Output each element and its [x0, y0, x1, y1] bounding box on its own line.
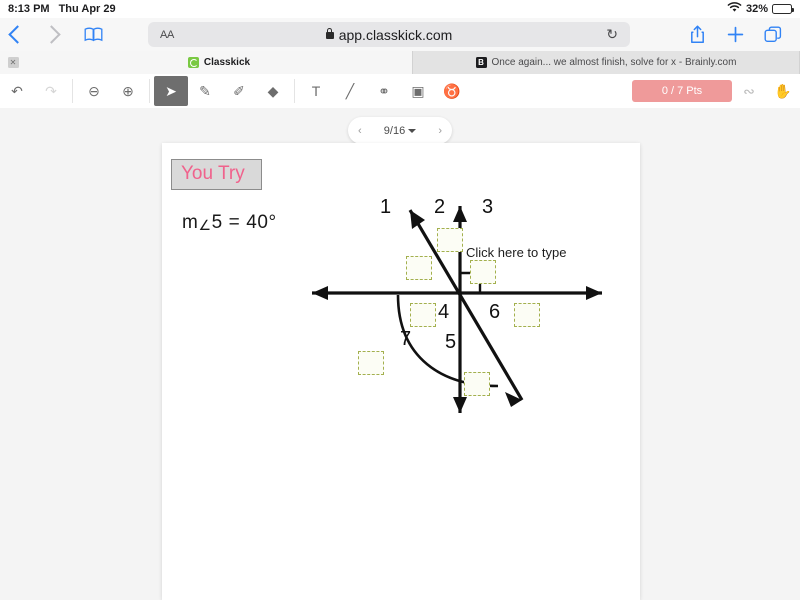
battery-percent: 32%: [745, 3, 768, 15]
page-navigator: ‹ 9/16 ›: [348, 117, 452, 144]
tab-bar: ✕ Classkick B Once again... we almost fi…: [0, 51, 800, 74]
toolbar-divider: [294, 79, 295, 103]
tab-classkick[interactable]: Classkick: [26, 51, 413, 74]
answer-box[interactable]: [410, 303, 436, 327]
wifi-icon: [727, 2, 742, 16]
select-cursor-button[interactable]: ➤: [154, 76, 188, 106]
link-tool-button[interactable]: ⚭: [367, 76, 401, 106]
given-equation: m∠5 = 40°: [182, 212, 277, 233]
angle-label-3: 3: [482, 196, 494, 218]
page-indicator: 9/16: [383, 124, 406, 137]
history-tools: ↶ ↷: [0, 74, 68, 108]
status-right-group: 32%: [727, 2, 794, 16]
redo-button[interactable]: ↷: [34, 76, 68, 106]
diagram-figure: [312, 206, 602, 413]
forward-button[interactable]: [34, 25, 68, 44]
address-bar[interactable]: AA app.classkick.com ↻: [148, 22, 630, 47]
caret-down-icon: [408, 128, 417, 133]
answer-box[interactable]: [464, 372, 490, 396]
eraser-button[interactable]: ◆: [256, 76, 290, 106]
prev-page-button[interactable]: ‹: [358, 125, 362, 137]
battery-icon: [772, 4, 794, 14]
microphone-button[interactable]: ♉: [435, 76, 469, 106]
tab-title: Classkick: [203, 57, 251, 68]
page-selector[interactable]: 9/16: [383, 124, 417, 137]
zoom-in-button[interactable]: ⊕: [111, 76, 145, 106]
tab-close-button[interactable]: ✕: [0, 51, 26, 74]
plus-icon: [727, 26, 743, 43]
click-here-to-type-prompt[interactable]: Click here to type: [466, 245, 566, 260]
tabs-icon: [764, 26, 782, 42]
highlighter-button[interactable]: ✐: [222, 76, 256, 106]
angle-label-7: 7: [400, 328, 412, 350]
reload-button[interactable]: ↻: [606, 26, 618, 43]
signature-icon[interactable]: ∾: [732, 76, 766, 106]
share-button[interactable]: [678, 25, 716, 44]
angle-label-6: 6: [489, 301, 501, 323]
points-badge: 0 / 7 Pts: [632, 80, 732, 102]
canvas-area: ‹ 9/16 › You Try m∠5 = 40° 1 2 3 4 5 6 7…: [0, 108, 800, 600]
status-date: Thu Apr 29: [58, 3, 116, 15]
angle-label-4: 4: [438, 301, 450, 323]
hand-icon[interactable]: ✋: [766, 76, 800, 106]
answer-box[interactable]: [514, 303, 540, 327]
close-icon: ✕: [7, 57, 19, 68]
answer-box[interactable]: [437, 228, 463, 252]
angle-diagram: 1 2 3 4 5 6 7 Click here to type: [282, 188, 632, 438]
angle-label-5: 5: [445, 331, 457, 353]
answer-box[interactable]: [358, 351, 384, 375]
chevron-right-icon: [41, 25, 61, 44]
draw-tools: ➤ ✎ ✐ ◆: [154, 74, 290, 108]
zoom-out-button[interactable]: ⊖: [77, 76, 111, 106]
url-display: app.classkick.com: [148, 27, 630, 43]
line-tool-button[interactable]: ╱: [333, 76, 367, 106]
angle-label-2: 2: [434, 196, 446, 218]
tab-title: Once again... we almost finish, solve fo…: [491, 57, 737, 68]
insert-tools: T ╱ ⚭ ▣ ♉: [299, 74, 469, 108]
worksheet-page: You Try m∠5 = 40° 1 2 3 4 5 6 7 Click he…: [162, 143, 640, 600]
tabs-overview-button[interactable]: [754, 26, 792, 44]
pen-button[interactable]: ✎: [188, 76, 222, 106]
lock-icon: [325, 27, 334, 39]
browser-actions: [678, 25, 792, 44]
toolbar-divider: [72, 79, 73, 103]
new-tab-button[interactable]: [716, 26, 754, 43]
zoom-tools: ⊖ ⊕: [77, 74, 145, 108]
undo-button[interactable]: ↶: [0, 76, 34, 106]
status-bar: 8:13 PM Thu Apr 29 32%: [0, 0, 800, 18]
bookmarks-button[interactable]: [76, 27, 110, 42]
ipad-screen: 8:13 PM Thu Apr 29 32% AA app.classkick.…: [0, 0, 800, 600]
text-tool-button[interactable]: T: [299, 76, 333, 106]
angle-label-1: 1: [380, 196, 392, 218]
classkick-toolbar: ↶ ↷ ⊖ ⊕ ➤ ✎ ✐ ◆ T ╱ ⚭ ▣ ♉ 0 / 7 Pts ∾ ✋: [0, 74, 800, 109]
book-icon: [84, 27, 102, 42]
camera-button[interactable]: ▣: [401, 76, 435, 106]
toolbar-divider: [149, 79, 150, 103]
browser-toolbar: AA app.classkick.com ↻: [0, 18, 800, 51]
url-text: app.classkick.com: [338, 26, 453, 43]
page-title: You Try: [171, 159, 262, 190]
status-time: 8:13 PM: [8, 3, 50, 15]
next-page-button[interactable]: ›: [438, 125, 442, 137]
answer-box[interactable]: [470, 260, 496, 284]
brainly-icon: B: [475, 57, 487, 68]
classkick-icon: [187, 57, 199, 68]
answer-box[interactable]: [406, 256, 432, 280]
share-icon: [690, 25, 704, 44]
tab-brainly[interactable]: B Once again... we almost finish, solve …: [413, 51, 800, 74]
back-button[interactable]: [0, 25, 34, 44]
chevron-left-icon: [7, 25, 27, 44]
